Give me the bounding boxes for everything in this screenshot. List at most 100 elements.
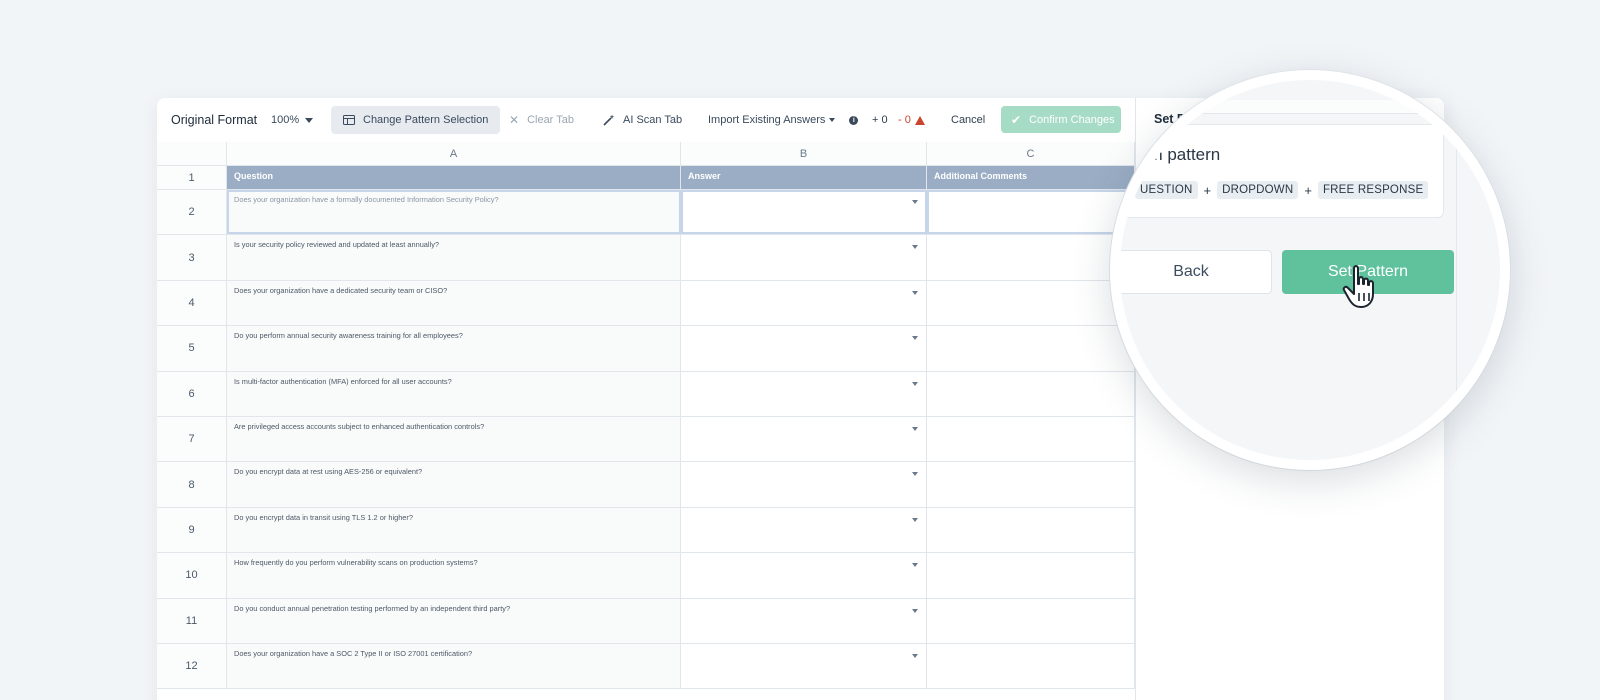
chip-question: UESTION [1135, 181, 1198, 199]
chevron-down-icon [912, 517, 918, 522]
question-cell[interactable]: Does your organization have a dedicated … [227, 280, 681, 326]
question-cell[interactable]: Do you encrypt data at rest using AES-25… [227, 462, 681, 507]
comments-cell[interactable] [927, 507, 1135, 553]
comments-cell[interactable] [927, 553, 1135, 598]
answer-dropdown-cell[interactable] [681, 326, 927, 371]
table-row: 9 Do you encrypt data in transit using TL… [157, 507, 1135, 554]
table-row: 6 Is multi-factor authentication (MFA) en… [157, 371, 1135, 417]
zoom-select[interactable]: 100% [271, 98, 314, 142]
header-cell-answer[interactable]: Answer [681, 166, 927, 189]
ai-scan-label: AI Scan Tab [623, 114, 683, 126]
row-number: 8 [157, 462, 227, 507]
cancel-button[interactable]: Cancel [951, 98, 985, 142]
chevron-down-icon [912, 245, 918, 250]
question-cell[interactable]: Do you encrypt data in transit using TLS… [227, 507, 681, 553]
comments-cell[interactable] [927, 644, 1135, 689]
import-answers-label: Import Existing Answers [708, 114, 826, 126]
question-text: Do you conduct annual penetration testin… [234, 603, 511, 613]
hand-cursor-icon [1342, 265, 1374, 308]
question-cell[interactable]: Is multi-factor authentication (MFA) enf… [227, 371, 681, 416]
row-number: 7 [157, 417, 227, 462]
question-text: Is your security policy reviewed and upd… [234, 240, 440, 250]
change-pattern-button[interactable]: Change Pattern Selection [331, 106, 501, 134]
confirm-changes-label: Confirm Changes [1029, 113, 1115, 126]
back-button[interactable]: Back [1120, 250, 1272, 294]
comments-cell[interactable] [927, 462, 1135, 507]
row-number: 5 [157, 326, 227, 371]
removed-count: - 0 [898, 98, 925, 142]
question-cell[interactable]: Does your organization have a formally d… [227, 190, 681, 235]
removed-count-value: - 0 [898, 114, 911, 126]
question-cell[interactable]: Is your security policy reviewed and upd… [227, 235, 681, 280]
question-cell[interactable]: Does your organization have a SOC 2 Type… [227, 644, 681, 689]
zoom-value: 100% [271, 114, 300, 126]
pattern-chips: UESTION + DROPDOWN + FREE RESPONSE [1135, 181, 1429, 199]
comments-cell[interactable] [927, 280, 1135, 326]
chip-free-response: FREE RESPONSE [1317, 181, 1429, 199]
table-row: 4 Does your organization have a dedicated… [157, 280, 1135, 327]
panel-divider [1456, 80, 1457, 460]
row-number: 12 [157, 644, 227, 689]
change-pattern-label: Change Pattern Selection [363, 114, 489, 126]
added-count: + 0 [872, 114, 888, 126]
ai-scan-button[interactable]: AI Scan Tab [603, 98, 682, 142]
chevron-down-icon [912, 381, 918, 386]
answer-dropdown-cell[interactable] [681, 280, 927, 326]
row-number: 6 [157, 371, 227, 416]
pattern-summary-card: irm pattern UESTION + DROPDOWN + FREE RE… [1120, 124, 1444, 218]
table-row: 10 How frequently do you perform vulnerab… [157, 553, 1135, 599]
comments-cell[interactable] [927, 235, 1135, 280]
answer-dropdown-cell[interactable] [681, 644, 927, 689]
comments-cell[interactable] [927, 326, 1135, 371]
column-header-b[interactable]: B [681, 142, 927, 166]
answer-dropdown-cell[interactable] [681, 598, 927, 643]
answer-dropdown-cell[interactable] [681, 507, 927, 553]
spreadsheet-grid: A B C 1 Question Answer Additional Comme… [157, 142, 1135, 700]
chevron-down-icon [305, 117, 314, 123]
question-cell[interactable]: Are privileged access accounts subject t… [227, 417, 681, 462]
corner-cell [157, 142, 227, 166]
question-cell[interactable]: Do you perform annual security awareness… [227, 326, 681, 371]
answer-dropdown-cell[interactable] [681, 235, 927, 280]
row-number: 2 [157, 190, 227, 235]
comments-cell[interactable] [927, 417, 1135, 462]
table-icon [343, 115, 355, 125]
answer-dropdown-cell[interactable] [681, 553, 927, 598]
answer-dropdown-cell[interactable] [681, 462, 927, 507]
close-icon: ✕ [509, 113, 520, 127]
answer-dropdown-cell[interactable] [681, 371, 927, 416]
chevron-down-icon [912, 654, 918, 658]
answer-dropdown-cell[interactable] [681, 190, 927, 235]
row-number: 1 [157, 166, 227, 189]
table-row: 7 Are privileged access accounts subject … [157, 417, 1135, 463]
column-header-c[interactable]: C [927, 142, 1135, 166]
question-text: Does your organization have a formally d… [234, 195, 499, 204]
header-cell-question[interactable]: Question [227, 166, 681, 189]
comments-cell[interactable] [927, 190, 1135, 235]
comments-cell[interactable] [927, 598, 1135, 643]
header-cell-comments[interactable]: Additional Comments [927, 166, 1135, 189]
plus-separator: + [1203, 182, 1212, 198]
question-text: Do you encrypt data in transit using TLS… [234, 512, 413, 522]
row-number: 9 [157, 507, 227, 553]
row-number: 4 [157, 280, 227, 326]
row-number: 10 [157, 553, 227, 598]
confirm-changes-button[interactable]: ✔ Confirm Changes [1001, 106, 1121, 133]
question-text: How frequently do you perform vulnerabil… [234, 558, 478, 568]
magic-wand-icon [603, 114, 615, 126]
answer-dropdown-cell[interactable] [681, 417, 927, 462]
question-cell[interactable]: How frequently do you perform vulnerabil… [227, 553, 681, 598]
row-number: 3 [157, 235, 227, 280]
question-cell[interactable]: Do you conduct annual penetration testin… [227, 598, 681, 643]
comments-cell[interactable] [927, 371, 1135, 416]
format-title: Original Format [171, 113, 258, 127]
clear-tab-button[interactable]: ✕ Clear Tab [509, 98, 574, 142]
question-text: Is multi-factor authentication (MFA) enf… [234, 376, 452, 386]
column-header-a[interactable]: A [227, 142, 681, 166]
info-icon[interactable]: i [849, 115, 859, 125]
plus-separator: + [1304, 182, 1312, 198]
table-row: 5 Do you perform annual security awarenes… [157, 326, 1135, 372]
question-text: Does your organization have a SOC 2 Type… [234, 649, 473, 658]
question-text: Do you perform annual security awareness… [234, 331, 463, 341]
import-answers-dropdown[interactable]: Import Existing Answers i [708, 98, 859, 142]
